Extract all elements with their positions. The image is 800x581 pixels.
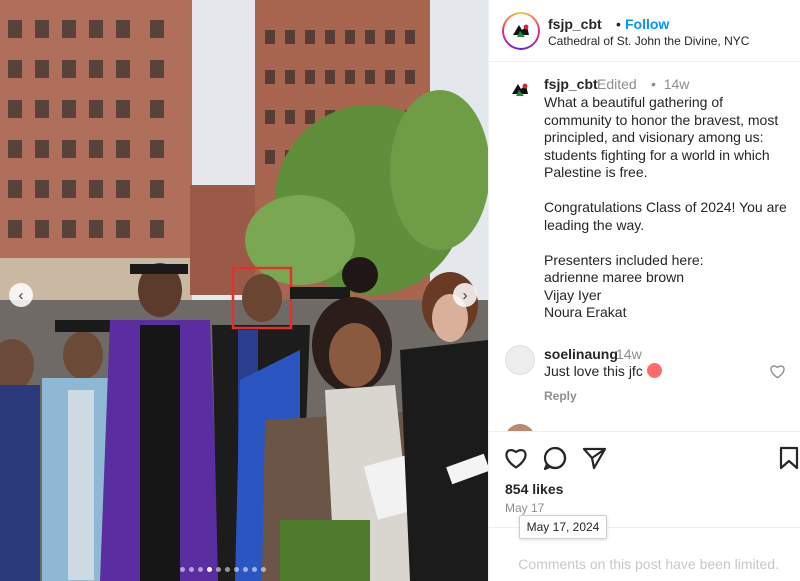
date-tooltip: May 17, 2024 xyxy=(519,515,607,539)
carousel-dots xyxy=(180,567,266,572)
caption-timestamp: • 14w xyxy=(651,76,689,92)
comment-timestamp: 14w xyxy=(616,346,642,362)
carousel-dot xyxy=(198,567,203,572)
carousel-dot xyxy=(261,567,266,572)
caption-presenter: Vijay Iyer xyxy=(544,286,602,303)
likes-count[interactable]: 854 likes xyxy=(505,481,563,497)
separator-dot: • xyxy=(616,16,621,32)
follow-button[interactable]: Follow xyxy=(625,16,669,32)
caption-presenter: adrienne maree brown xyxy=(544,269,685,285)
caption-presenter: Noura Erakat xyxy=(544,304,627,320)
carousel-dot xyxy=(189,567,194,572)
carousel-dot xyxy=(225,567,230,572)
commenter-avatar[interactable] xyxy=(505,424,535,431)
caption-username[interactable]: fsjp_cbt xyxy=(544,76,598,92)
comments-section[interactable]: fsjp_cbt Edited • 14w What a beautiful g… xyxy=(489,62,800,431)
chevron-left-icon: ‹ xyxy=(18,286,24,304)
caption-time-value: 14w xyxy=(663,76,690,92)
carousel-dot xyxy=(216,567,221,572)
caption-paragraph: Congratulations Class of 2024! You are l… xyxy=(544,199,787,233)
carousel-dot xyxy=(252,567,257,572)
reply-button[interactable]: Reply xyxy=(544,389,577,403)
carousel-dot xyxy=(234,567,239,572)
separator-dot: • xyxy=(651,76,656,92)
organization-logo-icon xyxy=(512,83,528,96)
carousel-dot-active xyxy=(207,567,212,572)
caption-avatar[interactable] xyxy=(505,75,535,105)
send-icon[interactable] xyxy=(581,445,607,471)
profile-avatar[interactable] xyxy=(502,12,540,50)
carousel-dot xyxy=(243,567,248,572)
photo-illustration xyxy=(0,0,488,581)
comments-limited-notice: Comments on this post have been limited. xyxy=(518,556,779,572)
carousel-dot xyxy=(180,567,185,572)
star-struck-emoji-icon xyxy=(646,363,662,378)
caption-text: What a beautiful gathering of community … xyxy=(544,94,789,322)
comment-heart-icon[interactable] xyxy=(769,364,786,379)
post-header: fsjp_cbt • Follow Cathedral of St. John … xyxy=(489,0,800,62)
chevron-right-icon: › xyxy=(462,286,468,304)
caption-paragraph: What a beautiful gathering of community … xyxy=(544,94,779,180)
comment-username[interactable]: soelinaung xyxy=(544,346,618,362)
comment-text: Just love this jfc xyxy=(544,363,662,379)
post-date[interactable]: May 17 xyxy=(505,501,544,515)
comment-bubble-icon[interactable] xyxy=(542,445,568,471)
comment-text-value: Just love this jfc xyxy=(544,363,643,379)
bookmark-icon[interactable] xyxy=(776,445,800,471)
edited-label: Edited xyxy=(597,76,637,92)
next-photo-button[interactable]: › xyxy=(453,283,477,307)
commenter-avatar[interactable] xyxy=(505,345,535,375)
post-actions: 854 likes May 17 May 17, 2024 xyxy=(489,431,800,539)
heart-icon[interactable] xyxy=(503,445,529,471)
header-username[interactable]: fsjp_cbt xyxy=(548,16,602,32)
organization-logo-icon xyxy=(513,24,529,37)
previous-photo-button[interactable]: ‹ xyxy=(9,283,33,307)
location-link[interactable]: Cathedral of St. John the Divine, NYC xyxy=(548,34,749,48)
caption-paragraph: Presenters included here: xyxy=(544,251,704,268)
post-photo[interactable]: ‹ › xyxy=(0,0,488,581)
post-side-panel: fsjp_cbt • Follow Cathedral of St. John … xyxy=(488,0,800,581)
